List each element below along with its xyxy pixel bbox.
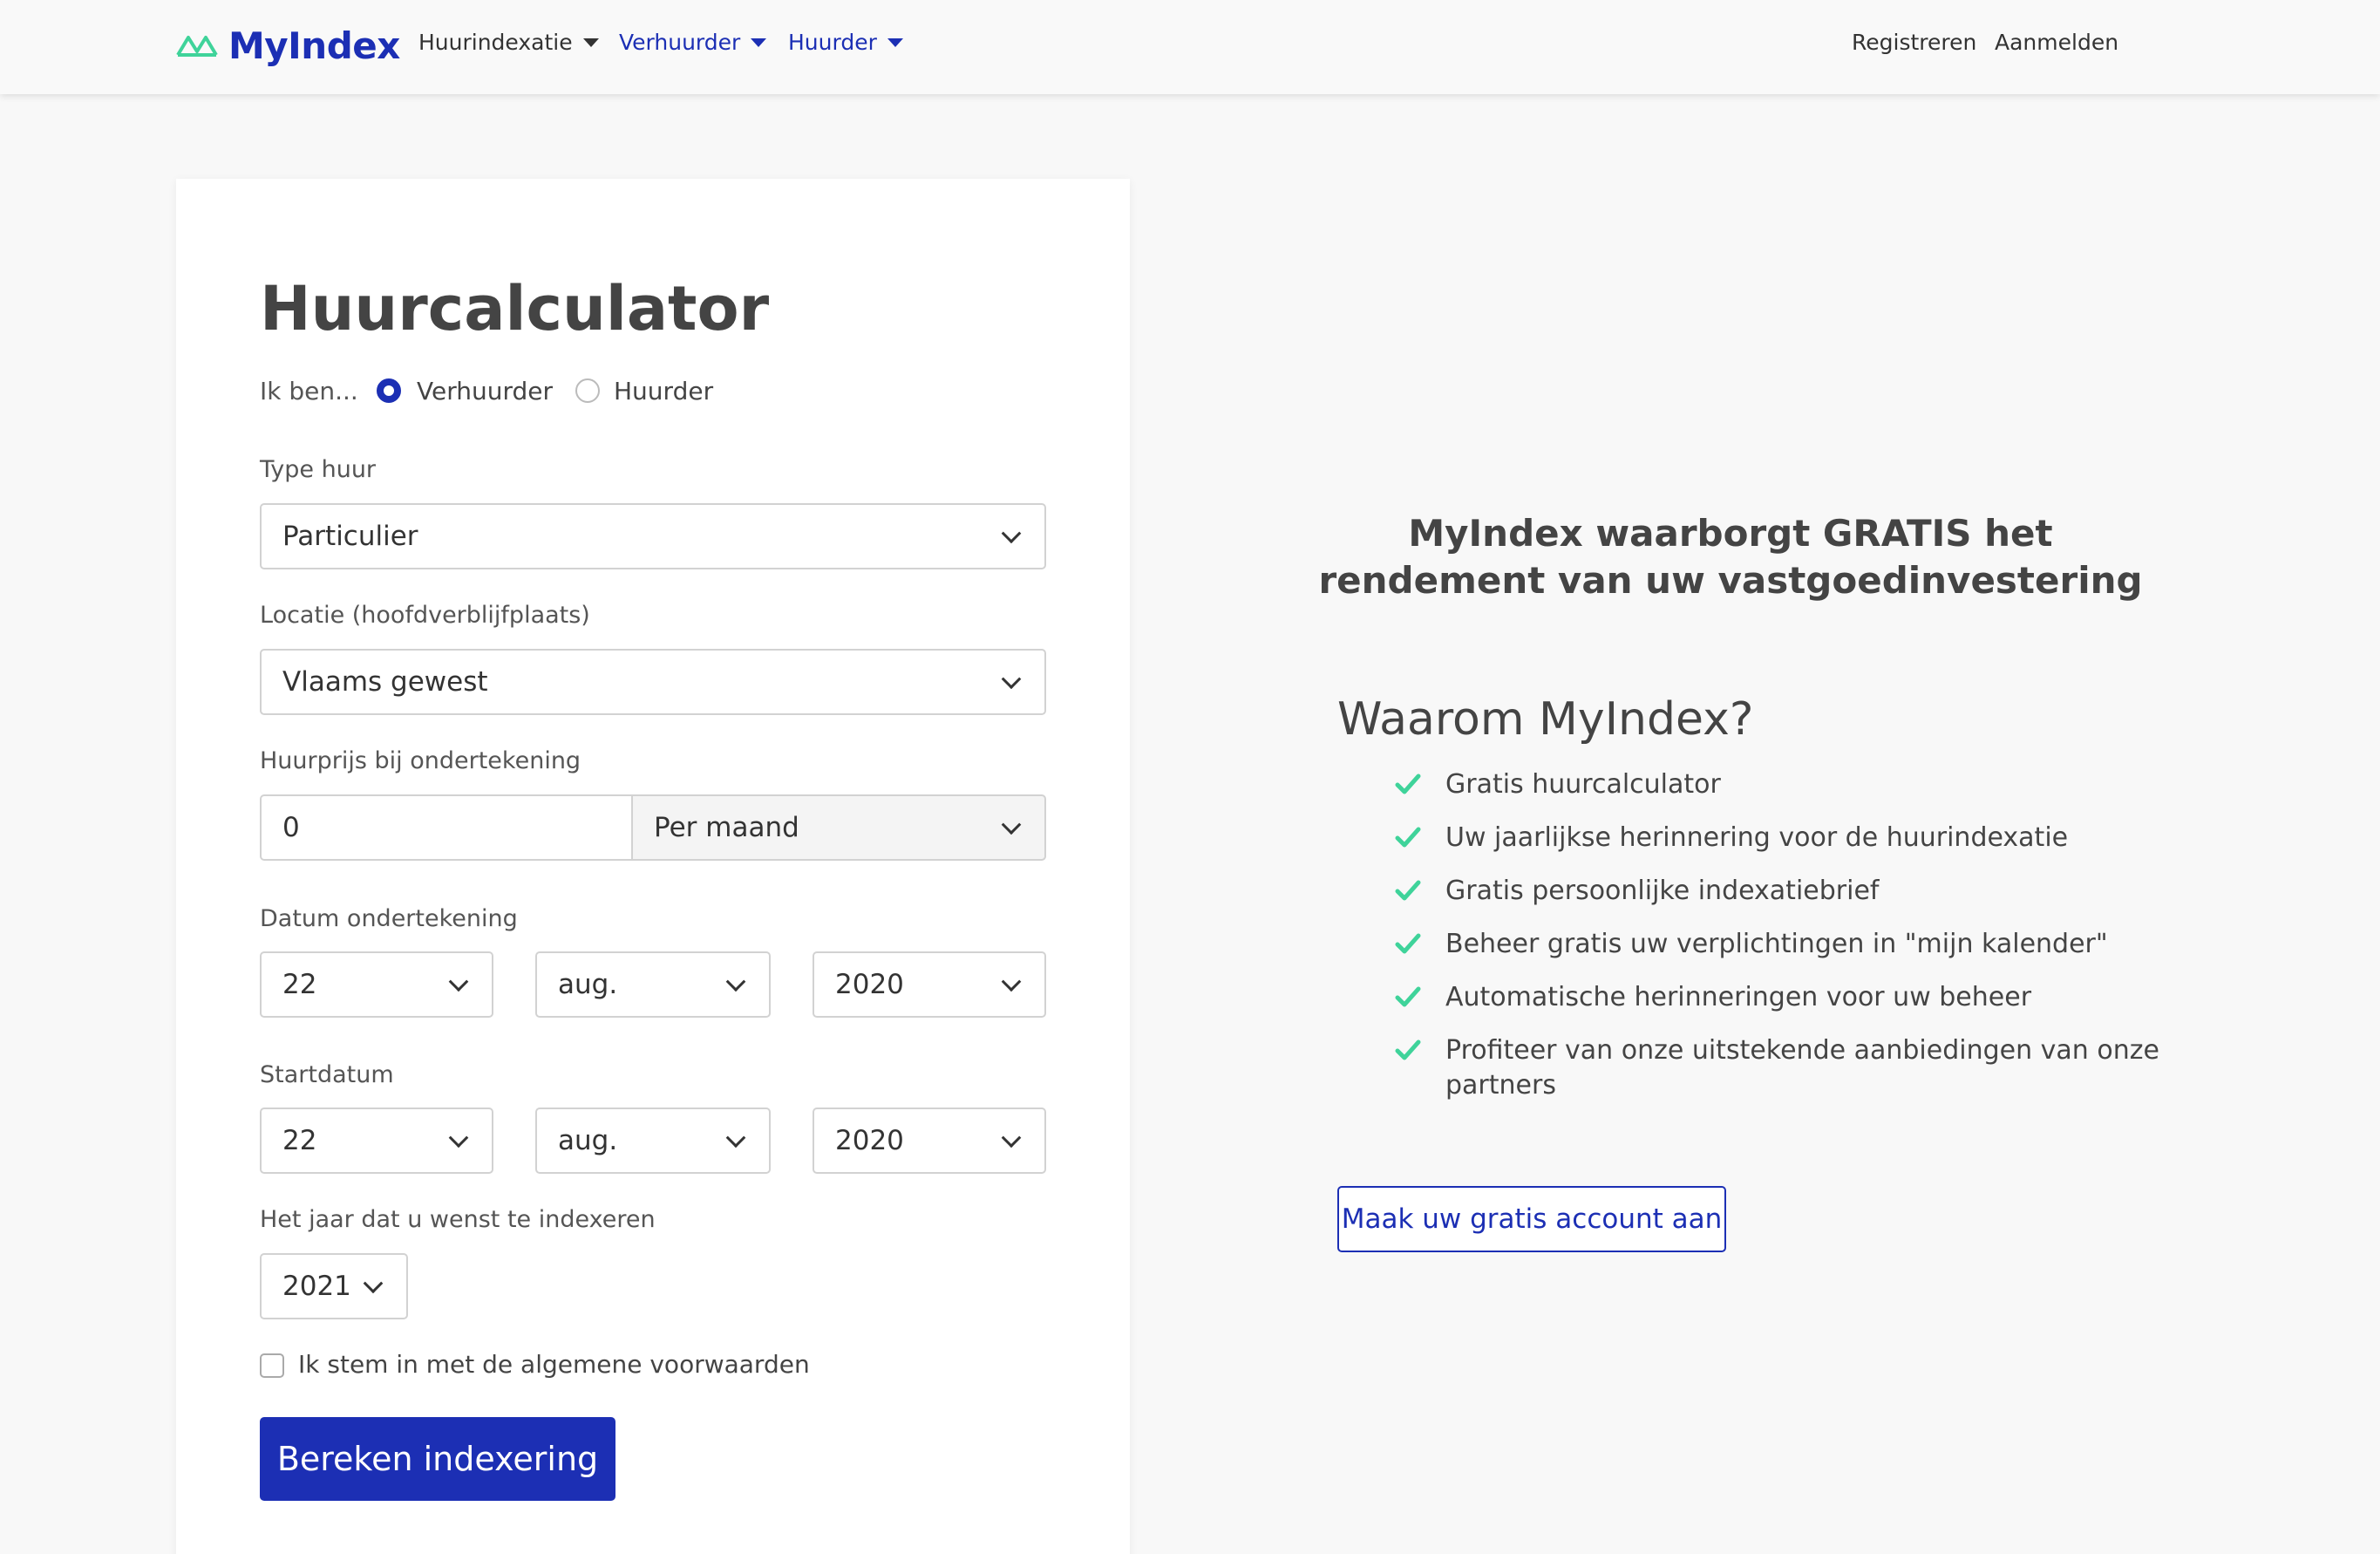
- page-title: Huurcalculator: [260, 273, 770, 344]
- start-year-value: 2020: [835, 1125, 904, 1156]
- period-select-value: Per maand: [654, 812, 799, 843]
- nav-huurder-label: Huurder: [788, 30, 877, 55]
- type-label: Type huur: [260, 456, 377, 483]
- index-year-label: Het jaar dat u wenst te indexeren: [260, 1206, 656, 1233]
- location-label: Locatie (hoofdverblijfplaats): [260, 602, 590, 629]
- chevron-down-icon: [1001, 1128, 1022, 1148]
- start-date-label: Startdatum: [260, 1061, 394, 1088]
- nav-huurder[interactable]: Huurder: [788, 30, 903, 55]
- chevron-down-icon: [448, 971, 469, 992]
- register-link[interactable]: Registreren: [1852, 30, 1976, 55]
- terms-checkbox[interactable]: [260, 1353, 284, 1378]
- create-account-button[interactable]: Maak uw gratis account aan: [1337, 1186, 1726, 1252]
- calculate-button[interactable]: Bereken indexering: [260, 1417, 615, 1501]
- type-select[interactable]: Particulier: [260, 503, 1046, 569]
- list-item: Gratis huurcalculator: [1390, 767, 2174, 802]
- start-month-value: aug.: [558, 1125, 618, 1156]
- start-day-select[interactable]: 22: [260, 1108, 493, 1174]
- benefit-text: Gratis huurcalculator: [1445, 769, 1721, 800]
- chevron-down-icon: [1001, 669, 1022, 690]
- brand-logo[interactable]: MyIndex: [176, 19, 400, 72]
- price-input-value: 0: [282, 812, 300, 843]
- check-icon: [1395, 933, 1421, 954]
- caret-down-icon: [751, 37, 767, 47]
- promo-headline: MyIndex waarborgt GRATIS het rendement v…: [1308, 510, 2153, 604]
- calculator-card: Huurcalculator Ik ben... Verhuurder Huur…: [176, 179, 1130, 1554]
- promo-headline-line2: rendement van uw vastgoedinvestering: [1318, 559, 2143, 602]
- location-select[interactable]: Vlaams gewest: [260, 649, 1046, 715]
- login-link[interactable]: Aanmelden: [1995, 30, 2118, 55]
- list-item: Automatische herinneringen voor uw behee…: [1390, 980, 2174, 1015]
- list-item: Profiteer van onze uitstekende aanbiedin…: [1390, 1033, 2174, 1103]
- benefit-text: Uw jaarlijkse herinnering voor de huurin…: [1445, 822, 2069, 853]
- check-icon: [1395, 880, 1421, 901]
- sign-year-value: 2020: [835, 969, 904, 1000]
- chevron-down-icon: [725, 971, 746, 992]
- chevron-down-icon: [448, 1128, 469, 1148]
- index-year-select[interactable]: 2021: [260, 1253, 408, 1319]
- check-icon: [1395, 1039, 1421, 1060]
- sign-year-select[interactable]: 2020: [813, 951, 1046, 1018]
- chevron-down-icon: [1001, 971, 1022, 992]
- index-year-value: 2021: [282, 1271, 351, 1302]
- nav-verhuurder-label: Verhuurder: [619, 30, 741, 55]
- caret-down-icon: [887, 37, 903, 47]
- list-item: Beheer gratis uw verplichtingen in "mijn…: [1390, 927, 2174, 962]
- sign-month-select[interactable]: aug.: [535, 951, 771, 1018]
- radio-verhuurder-label[interactable]: Verhuurder: [417, 377, 553, 406]
- start-day-value: 22: [282, 1125, 317, 1156]
- chevron-down-icon: [1001, 814, 1022, 835]
- why-title: Waarom MyIndex?: [1337, 693, 1754, 746]
- benefit-text: Beheer gratis uw verplichtingen in "mijn…: [1445, 929, 2108, 959]
- sign-date-label: Datum ondertekening: [260, 905, 518, 932]
- price-input[interactable]: 0: [260, 794, 633, 861]
- chevron-down-icon: [725, 1128, 746, 1148]
- sign-day-select[interactable]: 22: [260, 951, 493, 1018]
- brand-name: MyIndex: [228, 24, 400, 67]
- benefit-text: Automatische herinneringen voor uw behee…: [1445, 982, 2032, 1012]
- check-icon: [1395, 986, 1421, 1007]
- role-label: Ik ben...: [260, 377, 358, 406]
- radio-huurder[interactable]: [575, 378, 600, 403]
- price-label: Huurprijs bij ondertekening: [260, 747, 581, 774]
- caret-down-icon: [582, 37, 599, 47]
- location-select-value: Vlaams gewest: [282, 666, 488, 698]
- list-item: Gratis persoonlijke indexatiebrief: [1390, 874, 2174, 909]
- type-select-value: Particulier: [282, 521, 418, 552]
- terms-label[interactable]: Ik stem in met de algemene voorwaarden: [298, 1350, 810, 1379]
- sign-month-value: aug.: [558, 969, 618, 1000]
- radio-huurder-label[interactable]: Huurder: [614, 377, 713, 406]
- mountain-logo-icon: [176, 36, 218, 57]
- nav-huurindexatie[interactable]: Huurindexatie: [418, 30, 599, 55]
- period-select[interactable]: Per maand: [631, 794, 1046, 861]
- nav-huurindexatie-label: Huurindexatie: [418, 30, 573, 55]
- nav-verhuurder[interactable]: Verhuurder: [619, 30, 767, 55]
- benefits-list: Gratis huurcalculator Uw jaarlijkse heri…: [1390, 767, 2174, 1121]
- start-year-select[interactable]: 2020: [813, 1108, 1046, 1174]
- navbar: MyIndex Huurindexatie Verhuurder Huurder…: [0, 0, 2380, 94]
- chevron-down-icon: [1001, 523, 1022, 544]
- sign-day-value: 22: [282, 969, 317, 1000]
- start-month-select[interactable]: aug.: [535, 1108, 771, 1174]
- promo-headline-line1: MyIndex waarborgt GRATIS het: [1408, 512, 2053, 555]
- chevron-down-icon: [363, 1273, 384, 1294]
- check-icon: [1395, 827, 1421, 848]
- radio-verhuurder[interactable]: [377, 378, 401, 403]
- benefit-text: Profiteer van onze uitstekende aanbiedin…: [1445, 1035, 2159, 1101]
- benefit-text: Gratis persoonlijke indexatiebrief: [1445, 876, 1880, 906]
- check-icon: [1395, 774, 1421, 794]
- list-item: Uw jaarlijkse herinnering voor de huurin…: [1390, 821, 2174, 855]
